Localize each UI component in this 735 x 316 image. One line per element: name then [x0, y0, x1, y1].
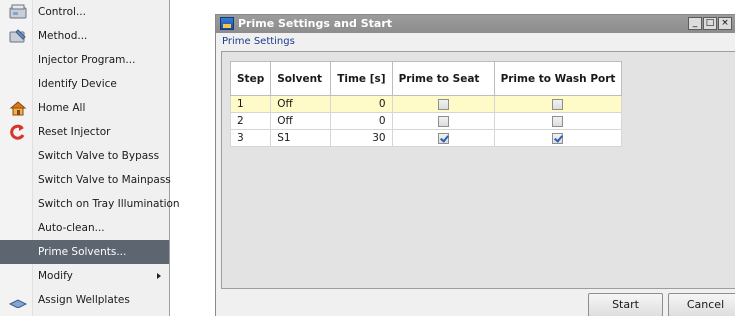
- time-cell[interactable]: 0: [330, 95, 393, 113]
- prime-to-seat-checkbox[interactable]: [437, 115, 449, 127]
- menu-item-label: Modify: [38, 270, 73, 282]
- menu-item-label: Assign Wellplates: [38, 294, 130, 306]
- column-header-solvent[interactable]: Solvent: [270, 61, 332, 96]
- step-cell: 2: [229, 112, 272, 130]
- menu-item-label: Auto-clean...: [38, 222, 105, 234]
- reset-icon: [9, 124, 27, 140]
- prime-steps-table: Step Solvent Time [s] Prime to Seat Prim…: [229, 61, 623, 147]
- home-icon: [9, 100, 27, 116]
- close-button[interactable]: ×: [718, 17, 732, 30]
- prime-to-wash-port-cell: [493, 112, 623, 130]
- menu-item-label: Identify Device: [38, 78, 117, 90]
- control-icon: [9, 4, 27, 20]
- step-cell: 3: [229, 129, 272, 147]
- prime-to-seat-cell: [391, 112, 495, 130]
- method-icon: [9, 28, 27, 44]
- minimize-button[interactable]: _: [688, 17, 702, 30]
- menu-item-control[interactable]: Control...: [0, 0, 169, 24]
- column-header-time[interactable]: Time [s]: [330, 61, 393, 96]
- menu-item-assign-wellplates[interactable]: Assign Wellplates: [0, 288, 169, 312]
- table-header-row: Step Solvent Time [s] Prime to Seat Prim…: [229, 61, 623, 96]
- menu-item-modify[interactable]: Modify: [0, 264, 169, 288]
- solvent-cell[interactable]: S1: [270, 129, 332, 147]
- menu-item-label: Prime Solvents...: [38, 246, 127, 258]
- window-controls: _ □ ×: [687, 17, 732, 30]
- prime-to-wash-port-cell: [493, 95, 623, 113]
- time-cell[interactable]: 30: [330, 129, 393, 147]
- table-row[interactable]: 3 S1 30: [229, 129, 623, 147]
- prime-to-wash-port-checkbox[interactable]: [552, 132, 564, 144]
- column-header-prime-to-seat[interactable]: Prime to Seat: [391, 61, 495, 96]
- solvent-cell[interactable]: Off: [270, 112, 332, 130]
- menu-item-label: Reset Injector: [38, 126, 111, 138]
- prime-to-wash-port-checkbox[interactable]: [552, 115, 564, 127]
- app-icon: [220, 17, 234, 30]
- section-title: Prime Settings: [222, 36, 295, 47]
- menu-item-prime-solvents[interactable]: Prime Solvents...: [0, 240, 169, 264]
- maximize-button[interactable]: □: [703, 17, 717, 30]
- step-cell: 1: [229, 95, 272, 113]
- menu-item-label: Switch Valve to Mainpass: [38, 174, 171, 186]
- column-header-prime-to-wash-port[interactable]: Prime to Wash Port: [493, 61, 623, 96]
- menu-item-label: Switch Valve to Bypass: [38, 150, 160, 162]
- menu-item-tray-illumination[interactable]: Switch on Tray Illumination: [0, 192, 180, 216]
- submenu-arrow-icon: [157, 273, 161, 279]
- menu-item-auto-clean[interactable]: Auto-clean...: [0, 216, 169, 240]
- prime-to-seat-checkbox[interactable]: [437, 132, 449, 144]
- menu-item-label: Injector Program...: [38, 54, 136, 66]
- prime-to-seat-checkbox[interactable]: [437, 98, 449, 110]
- menu-item-injector-program[interactable]: Injector Program...: [0, 48, 169, 72]
- column-header-step[interactable]: Step: [229, 61, 272, 96]
- time-cell[interactable]: 0: [330, 112, 393, 130]
- context-menu: Control... Method... Injector Program...…: [0, 0, 180, 316]
- prime-to-wash-port-checkbox[interactable]: [552, 98, 564, 110]
- table-row[interactable]: 2 Off 0: [229, 112, 623, 130]
- dialog-title: Prime Settings and Start: [238, 17, 393, 30]
- menu-item-label: Control...: [38, 6, 86, 18]
- solvent-cell[interactable]: Off: [270, 95, 332, 113]
- menu-item-switch-bypass[interactable]: Switch Valve to Bypass: [0, 144, 169, 168]
- prime-to-seat-cell: [391, 129, 495, 147]
- menu-item-home-all[interactable]: Home All: [0, 96, 169, 120]
- menu-item-label: Home All: [38, 102, 86, 114]
- menu-item-label: Method...: [38, 30, 88, 42]
- menu-item-reset-injector[interactable]: Reset Injector: [0, 120, 169, 144]
- prime-settings-panel: Step Solvent Time [s] Prime to Seat Prim…: [221, 51, 735, 289]
- menu-item-identify-device[interactable]: Identify Device: [0, 72, 169, 96]
- prime-to-seat-cell: [391, 95, 495, 113]
- start-button[interactable]: Start: [588, 293, 663, 316]
- menu-item-switch-mainpass[interactable]: Switch Valve to Mainpass: [0, 168, 171, 192]
- menu-item-label: Switch on Tray Illumination: [38, 198, 180, 210]
- prime-settings-dialog: Prime Settings and Start _ □ × Prime Set…: [215, 14, 735, 316]
- dialog-titlebar[interactable]: Prime Settings and Start _ □ ×: [216, 15, 735, 33]
- wellplate-icon: [8, 292, 28, 309]
- prime-to-wash-port-cell: [493, 129, 623, 147]
- table-row[interactable]: 1 Off 0: [229, 95, 623, 113]
- menu-item-method[interactable]: Method...: [0, 24, 169, 48]
- cancel-button[interactable]: Cancel: [668, 293, 735, 316]
